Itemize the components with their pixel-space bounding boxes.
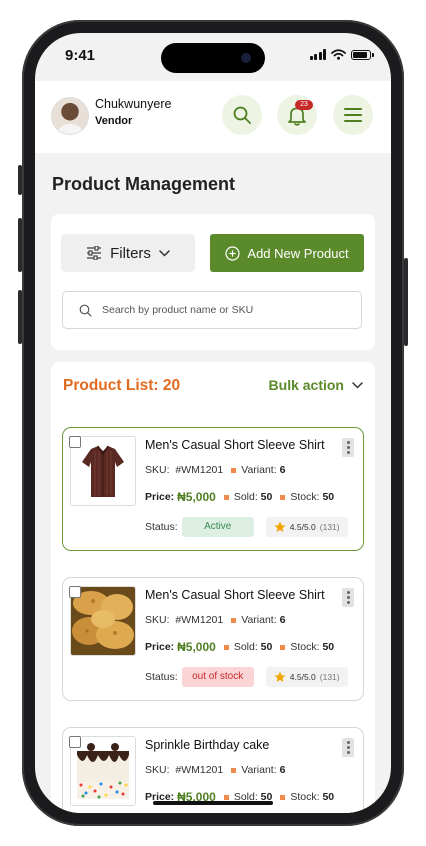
more-options-button[interactable] bbox=[342, 438, 354, 457]
product-stock: 50 bbox=[322, 641, 335, 653]
product-card[interactable]: Men's Casual Short Sleeve Shirt SKU: #WM… bbox=[62, 427, 364, 551]
product-sku: #WM1201 bbox=[175, 764, 224, 776]
phone-volume-down bbox=[18, 290, 22, 344]
status-badge: Active bbox=[181, 517, 254, 537]
product-price: ₦5,000 bbox=[177, 640, 216, 654]
add-new-product-button[interactable]: Add New Product bbox=[210, 234, 364, 272]
plus-circle-icon bbox=[225, 245, 241, 261]
product-rating: 4.5/5.0 (131) bbox=[265, 517, 348, 537]
wifi-icon bbox=[331, 49, 346, 60]
phone-volume-up bbox=[18, 218, 22, 272]
hamburger-menu-icon bbox=[344, 108, 362, 122]
page-title: Product Management bbox=[52, 174, 236, 194]
product-sku: #WM1201 bbox=[175, 614, 224, 626]
product-variant: 6 bbox=[279, 614, 286, 626]
star-icon bbox=[274, 671, 286, 682]
app-header: Chukwunyere Vendor 23 bbox=[35, 81, 391, 153]
product-card[interactable]: Men's Casual Short Sleeve Shirt SKU: #WM… bbox=[62, 577, 364, 701]
search-icon bbox=[79, 304, 92, 317]
product-name: Men's Casual Short Sleeve Shirt bbox=[145, 588, 325, 602]
dynamic-island bbox=[161, 43, 265, 73]
sliders-icon bbox=[87, 246, 102, 260]
product-checkbox[interactable] bbox=[69, 436, 81, 448]
add-new-product-label: Add New Product bbox=[247, 245, 349, 261]
camera-dot bbox=[241, 53, 251, 63]
filters-button[interactable]: Filters bbox=[61, 234, 195, 272]
star-icon bbox=[274, 521, 286, 532]
product-sku-row: SKU: #WM1201 Variant: 6 bbox=[145, 464, 286, 476]
product-checkbox[interactable] bbox=[69, 586, 81, 598]
product-stock: 50 bbox=[322, 791, 335, 803]
notifications-button[interactable]: 23 bbox=[277, 95, 317, 135]
phone-side-button bbox=[18, 165, 22, 195]
avatar[interactable] bbox=[51, 97, 89, 135]
more-options-button[interactable] bbox=[342, 588, 354, 607]
status-time: 9:41 bbox=[65, 47, 96, 64]
user-name: Chukwunyere bbox=[95, 97, 172, 111]
battery-icon bbox=[351, 49, 374, 60]
product-price-row: Price: ₦5,000 Sold: 50 Stock: 50 bbox=[145, 640, 335, 654]
user-role: Vendor bbox=[95, 115, 133, 127]
status-icons bbox=[309, 49, 374, 60]
search-button[interactable] bbox=[222, 95, 262, 135]
status-badge: out of stock bbox=[181, 667, 254, 687]
product-name: Sprinkle Birthday cake bbox=[145, 738, 270, 752]
chevron-down-icon bbox=[159, 249, 170, 257]
product-status-row: Status: out of stock 4.5/5.0 (131) bbox=[145, 667, 348, 687]
filters-label: Filters bbox=[110, 244, 151, 262]
search-icon bbox=[233, 106, 251, 124]
product-variant: 6 bbox=[279, 464, 286, 476]
product-price: ₦5,000 bbox=[177, 490, 216, 504]
product-list-panel: Product List: 20 Bulk action Men's Casua… bbox=[51, 362, 375, 813]
app-screen: 9:41 Chukwunyere Vendor 23 Product Manag… bbox=[35, 33, 391, 813]
product-stock: 50 bbox=[322, 491, 335, 503]
filter-panel: Filters Add New Product bbox=[51, 214, 375, 350]
product-sold: 50 bbox=[260, 491, 273, 503]
product-price-row: Price: ₦5,000 Sold: 50 Stock: 50 bbox=[145, 490, 335, 504]
menu-button[interactable] bbox=[333, 95, 373, 135]
product-rating: 4.5/5.0 (131) bbox=[265, 667, 348, 687]
product-sku-row: SKU: #WM1201 Variant: 6 bbox=[145, 764, 286, 776]
phone-power-button bbox=[404, 258, 408, 346]
product-checkbox[interactable] bbox=[69, 736, 81, 748]
signal-icon bbox=[309, 49, 326, 60]
product-sold: 50 bbox=[260, 641, 273, 653]
bulk-action-label: Bulk action bbox=[268, 377, 344, 393]
chevron-down-icon bbox=[352, 381, 363, 389]
notification-badge: 23 bbox=[295, 100, 313, 110]
search-field[interactable] bbox=[62, 291, 362, 329]
product-status-row: Status: Active 4.5/5.0 (131) bbox=[145, 517, 348, 537]
product-sku: #WM1201 bbox=[175, 464, 224, 476]
product-name: Men's Casual Short Sleeve Shirt bbox=[145, 438, 325, 452]
bulk-action-dropdown[interactable]: Bulk action bbox=[269, 377, 363, 393]
product-sku-row: SKU: #WM1201 Variant: 6 bbox=[145, 614, 286, 626]
home-indicator bbox=[153, 801, 273, 805]
product-variant: 6 bbox=[279, 764, 286, 776]
more-options-button[interactable] bbox=[342, 738, 354, 757]
search-input[interactable] bbox=[100, 303, 344, 317]
product-list-count: Product List: 20 bbox=[63, 377, 181, 394]
